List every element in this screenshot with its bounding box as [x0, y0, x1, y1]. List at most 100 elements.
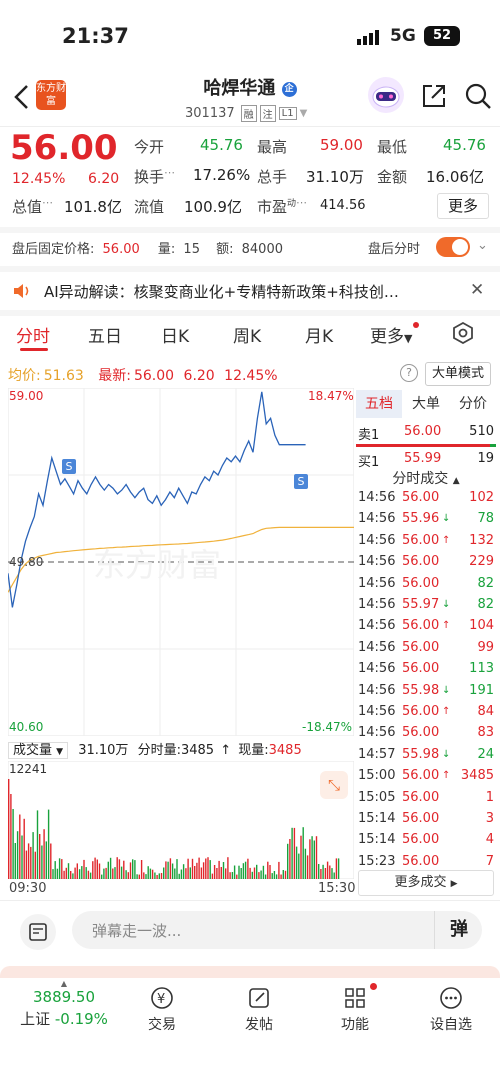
volume-selector[interactable]: 成交量 ▼ [8, 742, 69, 759]
volume-bar [132, 859, 134, 879]
trade-time: 14:56 [358, 597, 396, 612]
volume-bar [253, 867, 256, 879]
more-trades-button[interactable]: 更多成交 ▶ [358, 870, 494, 896]
volume-bar [169, 858, 172, 879]
tab-daily-k[interactable]: 日K [161, 322, 189, 347]
tab-five-level-label: 五档 [365, 396, 393, 412]
afterhours-toggle[interactable] [436, 237, 470, 257]
nav-functions[interactable]: 功能 [315, 986, 395, 1034]
volume-bar [333, 872, 335, 879]
big-order-mode-button[interactable]: 大单模式 [425, 362, 491, 386]
trade-row: 14:56 55.98 ↓ 191 [358, 681, 496, 702]
nav-trade[interactable]: ¥ 交易 [122, 986, 202, 1034]
tab-minute[interactable]: 分时 [16, 322, 50, 347]
share-icon[interactable] [420, 82, 448, 110]
sell-vol: 510 [469, 424, 494, 439]
volume-bar [156, 875, 158, 879]
nav-post[interactable]: 发帖 [219, 986, 299, 1034]
volume-bar [337, 858, 340, 879]
quote-label-high: 最高 [257, 138, 288, 156]
trade-time: 14:56 [358, 704, 396, 719]
tab-five-day[interactable]: 五日 [88, 322, 122, 347]
trades-title[interactable]: 分时成交 ▲ [356, 468, 496, 488]
stock-code-row[interactable]: 301137 融 注 L1 ▼ [185, 104, 307, 122]
volume-bar [160, 873, 163, 879]
brand-logo[interactable]: 东方财富 [36, 80, 66, 110]
expand-icon[interactable]: ⤡ [320, 771, 348, 799]
volume-bar [120, 866, 123, 879]
tag-level: L1 [278, 106, 297, 120]
volume-chart[interactable] [8, 761, 354, 879]
volume-bar [291, 827, 293, 879]
trade-price: 56.00 [402, 832, 440, 848]
volume-bar [202, 862, 205, 879]
orderbook-tabs: 五档 大单 分价 [356, 390, 496, 418]
trade-volume: 3485 [460, 768, 494, 784]
sell-marker-icon[interactable]: S [62, 459, 76, 474]
volume-bar [240, 868, 242, 879]
info-icon[interactable]: ⋯ [164, 166, 175, 179]
order-ratio-sell [356, 444, 490, 447]
sell-marker-icon[interactable]: S [294, 474, 308, 489]
pe-sup: 动 [287, 199, 297, 209]
tab-more[interactable]: 更多▼ [370, 322, 412, 347]
volume-bar [45, 841, 47, 879]
volume-bar [47, 809, 50, 879]
buy-row[interactable]: 买1 55.99 19 [358, 449, 496, 470]
settings-icon[interactable] [452, 321, 474, 345]
nav-trade-label: 交易 [148, 1017, 176, 1033]
danmu-toggle[interactable]: 弹 [434, 911, 483, 949]
volume-bar [136, 874, 138, 879]
tab-five-level[interactable]: 五档 [356, 390, 402, 418]
volume-bar [260, 870, 262, 879]
afterhours-amt: 84000 [241, 242, 283, 257]
tab-weekly-k[interactable]: 周K [233, 322, 261, 347]
close-icon[interactable]: ✕ [470, 280, 484, 300]
volume-bar [335, 858, 338, 879]
tab-price-dist[interactable]: 分价 [450, 390, 496, 418]
trade-volume: 113 [469, 661, 494, 677]
chevron-down-icon[interactable]: ⌄ [477, 238, 488, 253]
sell-label: 卖1 [358, 428, 380, 443]
robot-avatar-icon[interactable] [368, 77, 404, 113]
volume-bar [149, 868, 152, 879]
comment-list-icon[interactable] [20, 914, 56, 950]
info-icon[interactable]: ⋯ [296, 196, 307, 209]
notification-dot [370, 983, 377, 990]
stock-name: 哈焊华通 企 [140, 74, 360, 100]
more-button[interactable]: 更多 [437, 193, 489, 219]
tab-monthly-k[interactable]: 月K [305, 322, 333, 347]
watermark: 东方财富 [93, 546, 221, 584]
volume-bar [167, 861, 169, 879]
trade-price: 56.00 [402, 789, 440, 805]
volume-bar [326, 861, 329, 879]
index-widget[interactable]: ▲ 3889.50 上证 -0.19% [14, 979, 114, 1039]
trade-row: 14:56 56.00 ↑ 104 [358, 616, 496, 637]
help-icon[interactable]: ? [400, 364, 418, 382]
trade-volume: 24 [477, 746, 494, 762]
now-vol-label: 现量: [238, 743, 269, 758]
volume-bar [331, 868, 333, 879]
volume-bar [63, 870, 65, 879]
divider [0, 126, 500, 127]
chevron-up-icon: ▲ [60, 979, 68, 988]
volume-bar [282, 870, 284, 879]
change-pct: 12.45% [12, 171, 66, 187]
info-icon[interactable]: ⋯ [42, 196, 53, 209]
trade-time: 14:56 [358, 490, 396, 505]
intraday-chart[interactable]: 东方财富 [8, 388, 354, 736]
comment-input[interactable]: 弹幕走一波... 弹 [72, 911, 482, 949]
search-icon[interactable] [464, 82, 492, 110]
nav-watchlist[interactable]: 设自选 [411, 986, 491, 1034]
back-button[interactable] [10, 82, 34, 112]
stock-name-text: 哈焊华通 [203, 78, 276, 99]
volume-total: 31.10万 [78, 743, 129, 758]
x-label-end: 15:30 [318, 881, 356, 896]
tag-registration: 注 [259, 104, 276, 122]
tab-big-order[interactable]: 大单 [404, 390, 448, 418]
sell-row[interactable]: 卖1 56.00 510 [358, 422, 496, 443]
ai-banner[interactable]: AI异动解读：核聚变商业化+专精特新政策+科技创… ✕ [0, 272, 500, 310]
trade-time: 14:56 [358, 725, 396, 741]
volume-bar [98, 863, 101, 879]
minute-vol-value: 3485 [180, 743, 215, 758]
